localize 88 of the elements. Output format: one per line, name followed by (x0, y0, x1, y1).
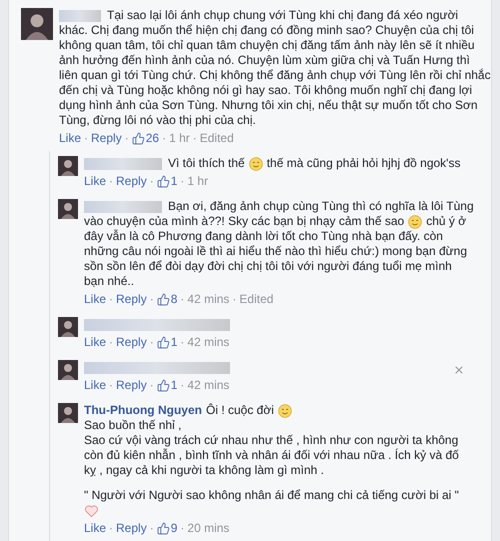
separator-dot: · (84, 130, 88, 146)
comment-text: liên quan gì tới Tùng chứ. Chị không thể đăng ảnh chụp với Tùng lên rồi chỉ nhắc (59, 68, 491, 83)
comment-text: khác. Chị đang muốn thể hiện chị đang có đồng minh sao? Chuyện của chị tôi (59, 23, 474, 38)
smiley-icon (408, 214, 422, 228)
timestamp[interactable]: 42 mins (187, 377, 230, 393)
like-link[interactable]: Like (84, 520, 106, 536)
comment-text: kỵ , ngay cả khi người ta không làm gì mình . (84, 463, 324, 478)
comment-text: " Người với Người sao không nhân ái để mang chi cả tiếng cười bi ai " (84, 488, 459, 503)
like-link[interactable]: Like (84, 377, 106, 393)
separator-dot: · (162, 130, 166, 146)
separator-dot: · (180, 173, 184, 189)
comment-text: sồn sồn lên để đòi dạy đời chị chị tôi tôi với người đáng tuổi mẹ mình (84, 259, 452, 274)
reply-link[interactable]: Reply (116, 291, 147, 307)
separator-dot: · (109, 377, 114, 393)
like-count[interactable]: 26 (146, 130, 160, 146)
separator-dot: · (124, 130, 129, 146)
like-icon (156, 378, 170, 392)
author-name[interactable]: Thu-Phuong Nguyen (84, 403, 202, 418)
like-link[interactable]: Like (59, 130, 82, 146)
like-link[interactable]: Like (84, 334, 106, 350)
reply-link[interactable]: Reply (116, 173, 147, 189)
separator-dot: · (180, 520, 184, 536)
reply-link[interactable]: Reply (116, 520, 147, 536)
comment-text: chủ ý ở (426, 214, 466, 229)
separator-dot: · (109, 173, 114, 189)
edited-label: Edited (200, 130, 234, 146)
comment-text: không quan tâm, tôi chỉ quan tâm chuyện chị đăng tấm ảnh này lên sẽ ít nhiều (59, 38, 475, 53)
separator-dot: · (150, 173, 154, 189)
comment-text: Vì tôi thích thế (168, 156, 245, 171)
timestamp[interactable]: 42 mins (187, 291, 230, 307)
separator-dot: · (109, 291, 114, 307)
like-count[interactable]: 1 (170, 173, 178, 189)
timestamp[interactable]: 1 hr (187, 173, 208, 189)
like-count[interactable]: 1 (170, 334, 178, 350)
like-count[interactable]: 8 (170, 291, 178, 307)
avatar[interactable] (58, 403, 78, 423)
like-link[interactable]: Like (84, 291, 106, 307)
smiley-icon (278, 404, 292, 418)
separator-dot: · (150, 520, 154, 536)
like-icon (132, 132, 145, 144)
comment-text: Sao buồn thế nhỉ , (84, 418, 182, 433)
separator-dot: · (150, 377, 154, 393)
comment-text: Bạn ơi, đăng ảnh chụp cùng Tùng thì có nghĩa là lôi Tùng (168, 199, 474, 214)
smiley-icon (248, 156, 263, 170)
separator-dot: · (192, 130, 197, 146)
comment-text: thế mà cũng phải hỏi hjhj đồ ngok'ss (266, 156, 460, 171)
separator-dot: · (109, 334, 114, 350)
comment-text: vào chuyện của mình à??! Sky các bạn bị nhạy cảm thế sao (84, 214, 404, 229)
like-count[interactable]: 1 (170, 377, 178, 393)
separator-dot: · (180, 334, 184, 350)
heart-icon (84, 504, 99, 518)
separator-dot: · (232, 291, 236, 307)
avatar[interactable] (58, 317, 78, 337)
comment-text: ảnh hưởng đến hình ảnh của nó. Chuyện lùm xùm giữa chị và Tuấn Hưng thì (59, 53, 470, 68)
comment-text: Sao cứ vội vàng trách cứ nhau như thế , hình như con người ta không (84, 433, 458, 448)
comment-text: Ôi ! cuộc đời (206, 403, 274, 418)
edited-label: Edited (239, 291, 274, 307)
like-icon (156, 522, 170, 534)
avatar[interactable] (58, 360, 78, 380)
comment-text: còn đủ kiên nhẫn , bình tĩnh và nhân ái đối với nhau nữa . Ích kỷ và đố (84, 448, 459, 463)
timestamp[interactable]: 20 mins (187, 520, 230, 536)
avatar[interactable] (21, 8, 53, 40)
reply-link[interactable]: Reply (91, 130, 122, 146)
like-count[interactable]: 9 (170, 520, 178, 536)
like-icon (156, 174, 170, 188)
reply-link[interactable]: Reply (116, 377, 147, 393)
like-icon (156, 336, 170, 348)
like-link[interactable]: Like (84, 173, 106, 189)
reply-link[interactable]: Reply (116, 334, 147, 350)
comment-text: đây vẫn là cô Phương đang dành lời tốt cho Tùng nhà bạn đấy. còn (84, 229, 443, 244)
comment-text: Tùng, đừng lôi nó vào thị phi của chị. (59, 113, 256, 128)
separator-dot: · (150, 334, 154, 350)
timestamp[interactable]: 1 hr (169, 130, 190, 146)
comment-text: dụng hình ảnh của Sơn Tùng. Nhưng tôi xin chị, nếu thật sự muốn tốt cho Sơn (59, 98, 478, 113)
avatar[interactable] (58, 199, 78, 219)
like-icon (156, 292, 170, 306)
timestamp[interactable]: 42 mins (187, 334, 230, 350)
comment-text: những câu nói ngoài lề thì ai hiểu thế nào thì hiểu chứ:) mong bạn đừng (84, 244, 468, 259)
comment-text: Tại sao lại lôi ánh chụp chung với Tùng khi chị đang đá xéo người (107, 8, 458, 23)
separator-dot: · (180, 291, 184, 307)
separator-dot: · (150, 291, 154, 307)
separator-dot: · (180, 377, 184, 393)
comment-text: đến chị và Tùng hoặc không nói gì hay sao. Tôi không muốn nghĩ chị đang lợi (59, 83, 472, 98)
comment-text: bạn nhé.. (84, 274, 134, 289)
separator-dot: · (109, 520, 114, 536)
blurred-name (59, 10, 101, 22)
avatar[interactable] (58, 156, 78, 176)
close-icon[interactable] (453, 364, 465, 376)
